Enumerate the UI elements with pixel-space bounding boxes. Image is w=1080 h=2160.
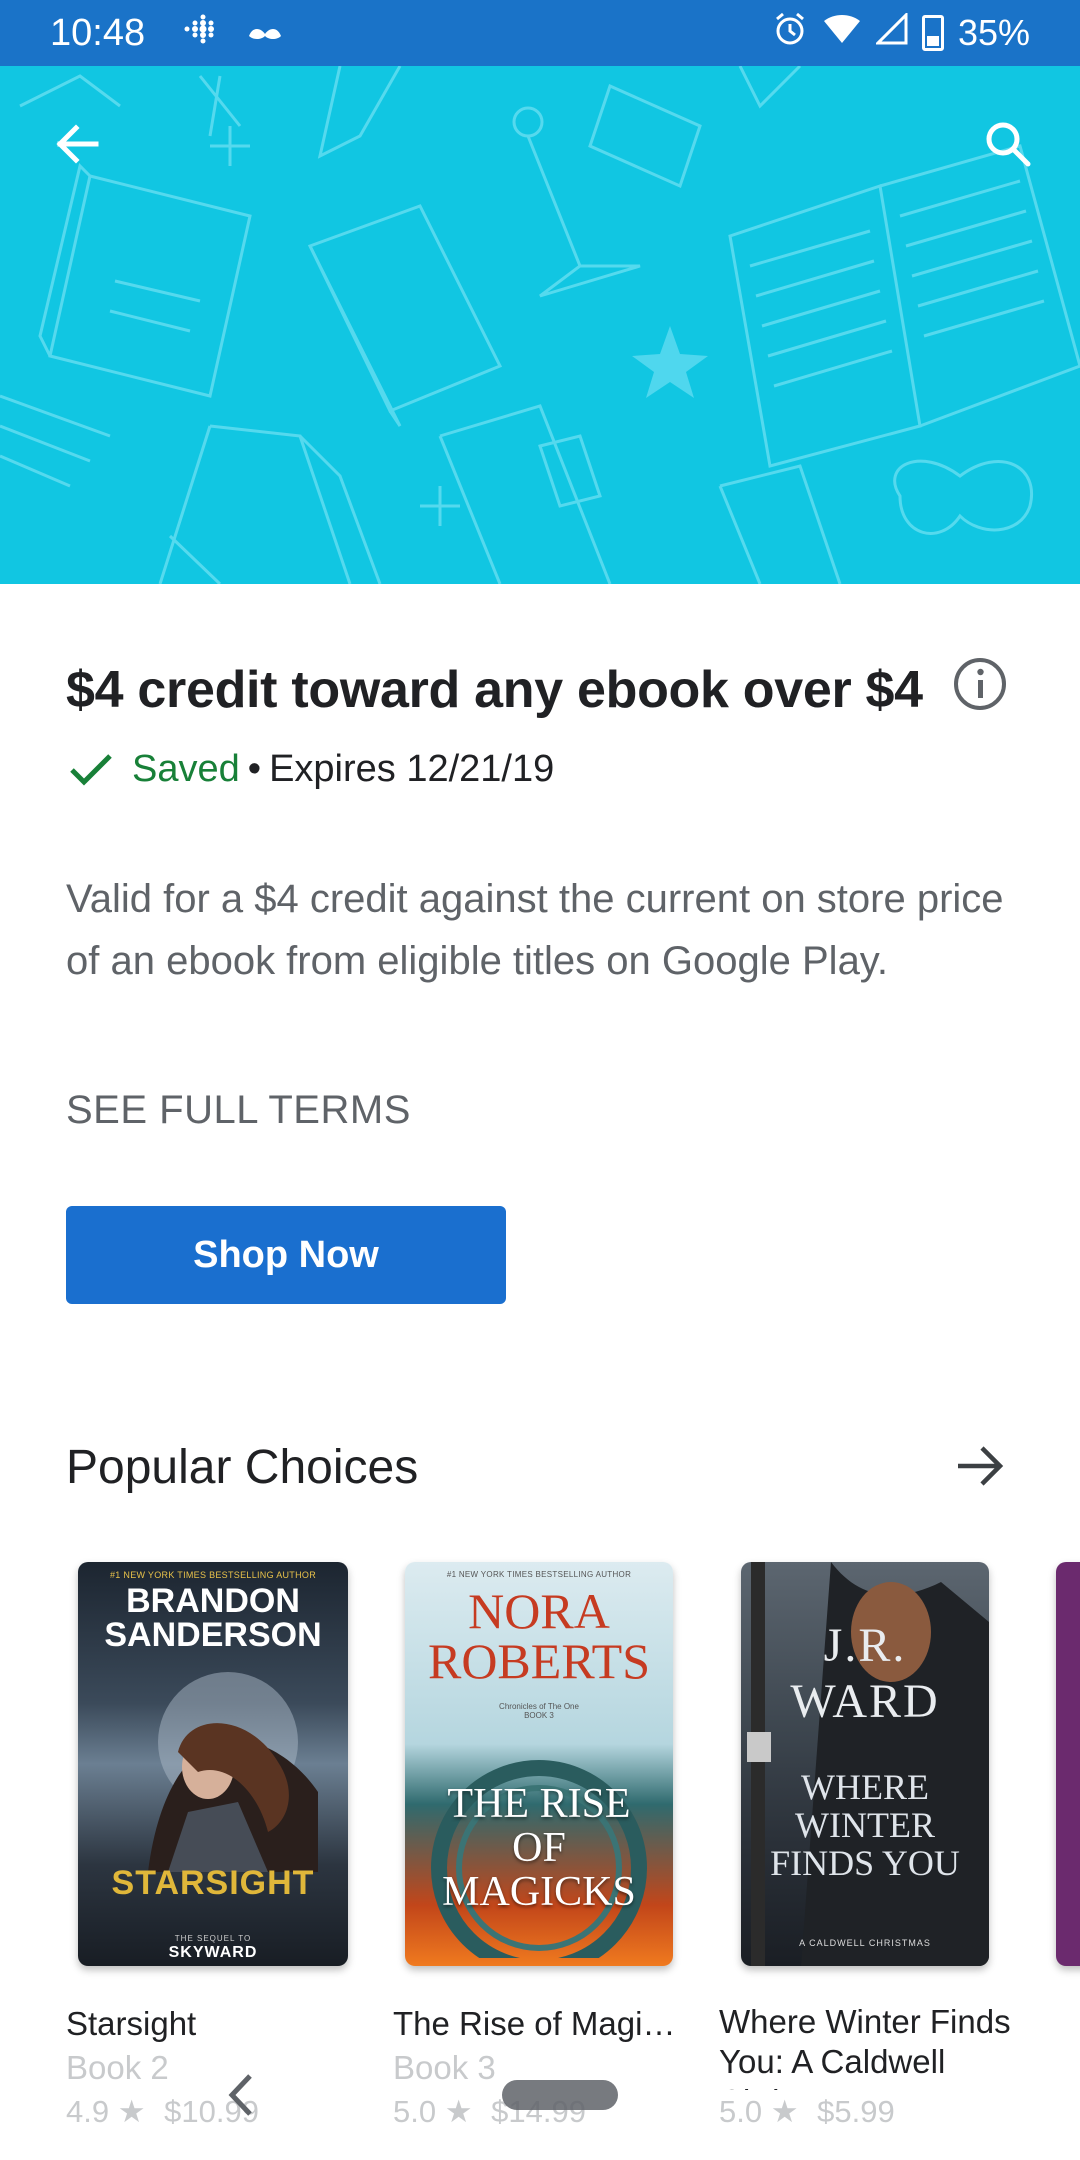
cover-author: J.R. WARD	[790, 1619, 940, 1728]
hero-banner	[0, 66, 1080, 584]
separator-dot: •	[247, 748, 262, 790]
offer-description: Valid for a $4 credit against the curren…	[66, 877, 1004, 983]
cover-subtagline: THE SEQUEL TO	[174, 1934, 252, 1943]
star-icon: ★	[770, 2094, 799, 2129]
cover-series: SKYWARD	[168, 1944, 258, 1961]
cover-author: BRANDON SANDERSON	[104, 1582, 322, 1654]
book-title[interactable]: Where Winter Finds You: A Caldwell Chris…	[719, 2002, 1019, 2090]
book-rating: 5.0	[393, 2094, 437, 2129]
cover-author: NORA ROBERTS	[427, 1583, 651, 1689]
saved-status: Saved	[132, 748, 240, 790]
cover-series: Chronicles of The One BOOK 3	[499, 1702, 579, 1720]
book-rating: 5.0	[719, 2094, 763, 2129]
signal-icon	[874, 11, 908, 54]
battery-percent: 35%	[957, 12, 1030, 53]
info-icon	[954, 658, 1006, 710]
cover-tagline: #1 NEW YORK TIMES BESTSELLING AUTHOR	[446, 1570, 632, 1579]
info-button[interactable]	[952, 656, 1008, 712]
status-icons: 35%	[772, 11, 1030, 56]
book-title[interactable]: Starsight	[66, 2002, 356, 2046]
nav-back-icon[interactable]	[222, 2070, 258, 2120]
arrow-left-icon	[56, 124, 99, 164]
book-title[interactable]: The Rise of Magicks	[393, 2002, 683, 2046]
cover-title: STARSIGHT	[111, 1864, 315, 1902]
book-cover-image[interactable]: #1 NEW YORK TIMES BESTSELLING AUTHOR NOR…	[405, 1562, 673, 1966]
arrow-right-icon	[958, 1446, 1004, 1486]
popular-choices-heading: Popular Choices	[66, 1441, 419, 1494]
book-carousel[interactable]: #1 NEW YORK TIMES BESTSELLING AUTHOR BRA…	[0, 1562, 1080, 2160]
fitbit-icon	[181, 12, 221, 55]
book-cover-image[interactable]: #1 NEW YORK TIMES BESTSELLING AUTHOR BRA…	[78, 1562, 348, 1966]
status-bar: 10:48 35%	[0, 0, 1080, 66]
see-full-terms-link[interactable]: SEE FULL TERMS	[66, 1088, 411, 1133]
mustache-icon	[247, 14, 283, 53]
book-rating-price: 5.0 ★ $5.99	[719, 2090, 1009, 2134]
offer-title: $4 credit toward any ebook over $4	[66, 661, 923, 719]
search-button[interactable]	[976, 112, 1040, 176]
saved-row: Saved • Expires 12/21/19	[66, 748, 554, 791]
cover-subtagline: A CALDWELL CHRISTMAS	[799, 1938, 931, 1948]
battery-icon	[921, 15, 944, 51]
book-series: Book 2	[66, 2049, 169, 2086]
check-icon	[70, 753, 112, 786]
expiry-date: Expires 12/21/19	[269, 748, 555, 790]
cover-title: WHERE WINTER FINDS YOU	[770, 1767, 960, 1883]
search-icon	[986, 122, 1031, 167]
books-pattern-illustration	[0, 66, 1080, 584]
cover-title: THE RISE OF MAGICKS	[442, 1781, 636, 1915]
star-icon: ★	[444, 2094, 473, 2129]
cover-tagline: #1 NEW YORK TIMES BESTSELLING AUTHOR	[109, 1570, 317, 1580]
back-button[interactable]	[45, 112, 109, 176]
book-price: $5.99	[817, 2094, 895, 2129]
wifi-icon	[822, 12, 862, 54]
book-cover-image[interactable]	[1056, 1562, 1080, 1966]
book-cover-image[interactable]: J.R. WARD WHERE WINTER FINDS YOU A CALDW…	[741, 1562, 989, 1966]
cover-illustration	[148, 1672, 318, 1872]
alarm-icon	[772, 11, 808, 56]
book-rating: 4.9	[66, 2094, 110, 2129]
nav-home-pill[interactable]	[502, 2080, 618, 2110]
status-time: 10:48	[50, 11, 146, 54]
shop-now-button[interactable]: Shop Now	[66, 1206, 506, 1304]
star-icon: ★	[117, 2094, 146, 2129]
popular-choices-more-button[interactable]	[952, 1438, 1008, 1494]
book-rating-price: 4.9 ★ $10.99	[66, 2090, 356, 2134]
